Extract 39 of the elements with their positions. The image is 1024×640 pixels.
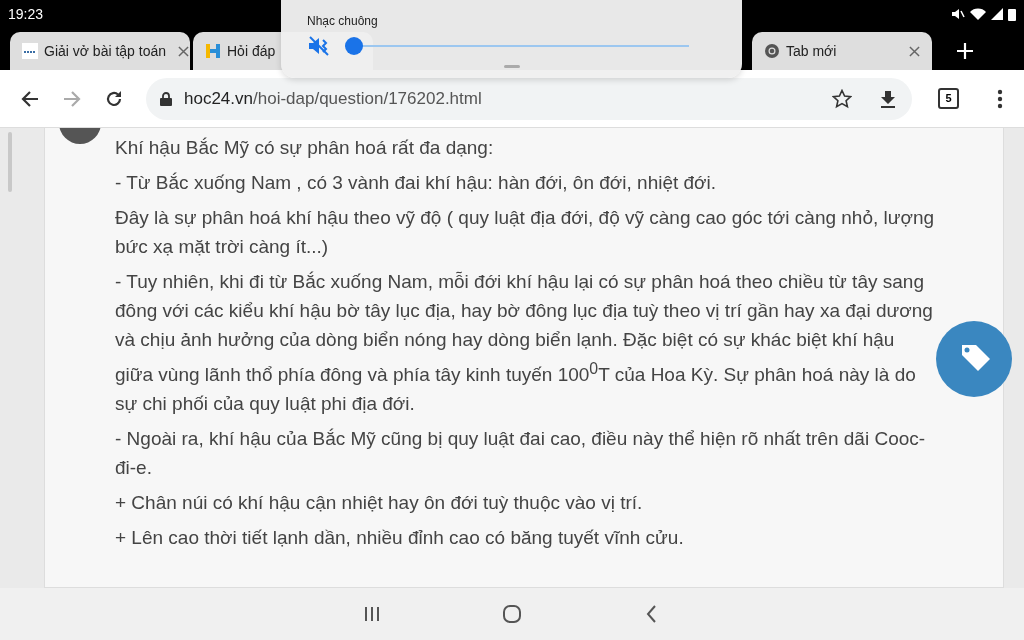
tab-title: Giải vở bài tập toán [44,43,167,59]
answer-paragraph: Đây là sự phân hoá khí hậu theo vỹ độ ( quy luật địa đới, độ vỹ càng cao góc tới càng nhỏ, lượng bức xạ mặt trời càng ít...) [115,206,935,259]
answer-paragraph: + Lên cao thời tiết lạnh dần, nhiều đỉnh cao có băng tuyết vĩnh cửu. [115,526,685,551]
battery-icon [1008,7,1016,21]
volume-label: Nhạc chuông [307,14,379,28]
site-favicon-icon [22,43,38,59]
wifi-icon [970,8,986,20]
menu-icon[interactable] [997,88,1003,109]
answer-paragraph: - Ngoài ra, khí hậu của Bắc Mỹ cũng bị quy luật đai cao, điều này thể hiện rõ nhất trên dãi Cooc-đi-e. [115,427,927,481]
lock-icon [160,91,172,106]
tag-button[interactable] [936,321,1012,397]
star-icon[interactable] [832,88,852,109]
browser-logo-icon [764,43,780,59]
clock-time: 19:23 [8,6,44,22]
new-tab-icon[interactable] [957,43,973,59]
tab-count-button[interactable]: 5 [938,88,959,109]
url-text: hoc24.vn/hoi-dap/question/176202.html [184,88,482,109]
answer-paragraph: - Từ Bắc xuống Nam , có 3 vành đai khí hậu: hàn đới, ôn đới, nhiệt đới. [115,171,718,195]
browser-tab[interactable]: Tab mới [752,32,932,70]
letter-h-favicon-icon [205,43,221,59]
recent-apps-icon[interactable] [362,604,382,624]
tab-title: Hỏi đáp [227,43,276,59]
answer-paragraph: Khí hậu Bắc Mỹ có sự phân hoá rất đa dạng: [115,136,495,160]
mute-status-icon [951,8,965,20]
close-icon[interactable] [178,45,190,57]
answer-paragraph: + Chân núi có khí hậu cận nhiệt hay ôn đới tuỳ thuộc vào vị trí. [115,491,644,516]
back-icon[interactable] [20,88,40,109]
panel-handle[interactable] [503,65,520,68]
tab-title: Tab mới [786,43,837,59]
home-icon[interactable] [502,604,522,624]
slider-thumb[interactable] [345,37,363,55]
signal-icon [991,8,1003,20]
browser-tab[interactable]: Giải vở bài tập toán [10,32,190,70]
address-bar[interactable]: hoc24.vn/hoi-dap/question/176202.html [146,77,912,120]
answer-paragraph: - Tuy nhiên, khi đi từ Bắc xuống Nam, mỗi đới khí hậu lại có sự phân hoá theo chiều từ tây sang đông với các kiểu khí hậu bờ tây lục địa, hay bờ đông lục địa tuỳ theo vị trí gần hay xa đại dương và chịu ảnh hưởng của dòng biển nóng hay dòng biển lạnh. Đặc biệt có sự khác biệt khí hậu giữa vùng lãnh thổ phía đông và phía tây kinh tuyến 100$^{0}$T của Hoa Kỳ. Sự phân hoá này là do sự chi phối của quy luật phi địa đới. [115,270,934,417]
close-icon[interactable] [909,45,920,57]
scrollbar[interactable] [8,132,12,192]
muted-speaker-icon[interactable] [307,35,331,57]
download-icon[interactable] [878,88,898,109]
